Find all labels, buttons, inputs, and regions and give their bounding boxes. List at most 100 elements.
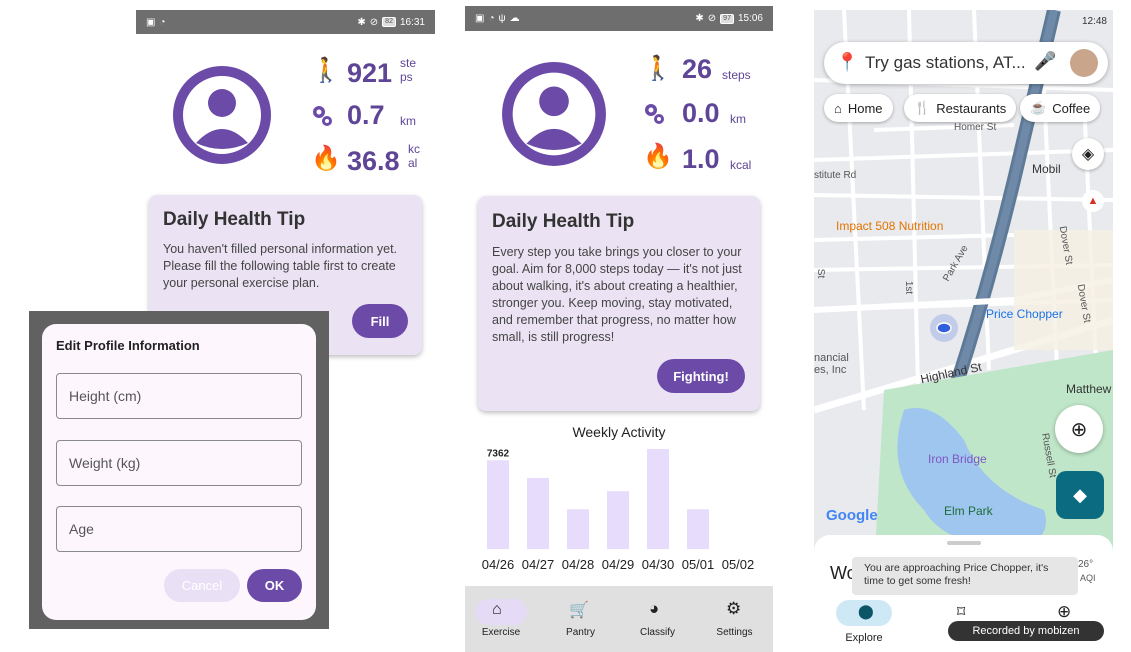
chip-restaurants[interactable]: 🍴 Restaurants: [904, 94, 1017, 122]
location-pin-icon: [313, 106, 332, 126]
nav-exercise[interactable]: ⌂ Exercise: [465, 586, 542, 652]
bar-04-27: [527, 477, 549, 549]
my-location-button[interactable]: ⊕: [1055, 405, 1103, 453]
steps-value: 921: [347, 58, 393, 88]
mic-icon[interactable]: 🎤: [1034, 51, 1056, 72]
nav-classify[interactable]: ◕ Classify: [619, 586, 696, 652]
compass-button[interactable]: ▲: [1082, 190, 1104, 212]
nav-settings[interactable]: ⚙ Settings: [696, 586, 773, 652]
map-label-mobil: Mobil: [1032, 162, 1061, 176]
cancel-button[interactable]: Cancel: [164, 569, 240, 602]
x-tick-label: 04/26: [482, 557, 515, 572]
flame-icon: 🔥: [311, 145, 341, 172]
wifi-icon: ◔: [488, 13, 495, 24]
avatar-icon: [502, 62, 606, 166]
x-tick-label: 04/29: [602, 557, 635, 572]
maps-pin-icon: 📍: [836, 52, 859, 72]
chip-home[interactable]: ⌂ Home: [824, 94, 893, 122]
calories-stat: 🔥 36.8 kc al: [311, 142, 431, 178]
panel-exercise-empty: ▣ ◔ ✱ ⊘ 82 16:31 🚶 921 ste ps 0.7 km 🔥 36.8 …: [136, 10, 435, 355]
walk-icon: 🚶: [643, 55, 673, 82]
map-status-bar: 12:48: [814, 10, 1113, 32]
bookmark-icon[interactable]: ⌑: [957, 602, 965, 622]
chip-coffee[interactable]: ☕ Coffee: [1020, 94, 1101, 122]
tip-body: You haven't filled personal information …: [163, 242, 398, 290]
x-tick-label: 05/01: [682, 557, 715, 572]
recorded-badge: Recorded by mobizen: [948, 621, 1104, 641]
calories-unit: kcal: [730, 158, 752, 172]
nav-explore[interactable]: ⬤ Explore: [836, 600, 892, 647]
map-label-institute: stitute Rd: [814, 170, 857, 181]
mute-icon: ⊘: [369, 16, 379, 28]
avatar-icon: [173, 66, 271, 164]
bluetooth-icon: ✱: [357, 16, 366, 28]
map-label-homer: Homer St: [954, 122, 997, 133]
battery-icon: 97: [720, 13, 734, 24]
panel-maps: 12:48 📍 Try gas stations, AT... 🎤 ⌂ Home …: [814, 10, 1113, 647]
fork-knife-icon: 🍴: [914, 100, 931, 115]
directions-button[interactable]: ◆: [1056, 471, 1104, 519]
home-icon: ⌂: [834, 100, 842, 116]
mute-icon: ⊘: [707, 13, 717, 24]
nav-label: Pantry: [566, 627, 595, 638]
layers-button[interactable]: ◈: [1072, 138, 1104, 170]
contribute-icon[interactable]: ⊕: [1057, 602, 1071, 622]
distance-value: 0.0: [682, 98, 720, 128]
map-label-iron-bridge[interactable]: Iron Bridge: [928, 452, 987, 466]
bar-05-01: [687, 509, 709, 549]
fill-button[interactable]: Fill: [352, 304, 408, 338]
dialog-title: Edit Profile Information: [56, 338, 200, 353]
search-bar[interactable]: 📍 Try gas stations, AT... 🎤: [824, 42, 1108, 84]
map-label-matthew: Matthew: [1066, 382, 1112, 396]
x-tick-label: 04/27: [522, 557, 555, 572]
avatar[interactable]: [1070, 49, 1098, 77]
x-tick-label: 04/28: [562, 557, 595, 572]
fighting-button[interactable]: Fighting!: [657, 359, 745, 393]
coffee-icon: ☕: [1030, 100, 1047, 115]
weather-aqi: AQI: [1080, 573, 1096, 583]
nav-label: Classify: [639, 627, 675, 638]
search-input[interactable]: Try gas stations, AT...: [865, 53, 1026, 73]
distance-value: 0.7: [347, 100, 385, 130]
clock: 12:48: [1081, 15, 1107, 27]
calories-stat: 🔥 1.0 kcal: [643, 140, 768, 176]
sheet-handle[interactable]: [947, 541, 981, 545]
chip-label: Coffee: [1052, 100, 1091, 116]
calories-value: 36.8: [347, 146, 400, 176]
bar-04-28: [567, 509, 589, 549]
map-label-st-mid: 1st: [903, 280, 915, 295]
steps-stat: 🚶 921 ste ps: [311, 54, 431, 90]
weight-field[interactable]: Weight (kg): [56, 440, 302, 486]
map-label-st-left: St: [815, 268, 827, 279]
nav-pantry[interactable]: 🛒 Pantry: [542, 586, 619, 652]
crosshair-icon: ⊕: [1070, 418, 1088, 441]
x-tick-label: 04/30: [642, 557, 675, 572]
directions-icon: ◆: [1073, 484, 1087, 505]
sim-icon: ▣: [146, 16, 156, 28]
height-field[interactable]: Height (cm): [56, 373, 302, 419]
panel-exercise-filled: ▣ ◔ ψ ☁ ✱ ⊘ 97 15:06 🚶 26 steps 0.0 km 🔥 1.0 k…: [465, 6, 773, 652]
health-tip-card: Daily Health Tip Every step you take bri…: [478, 196, 760, 411]
nav-label: Explore: [845, 632, 883, 644]
clock: 15:06: [737, 13, 763, 24]
age-field[interactable]: Age: [56, 506, 302, 552]
calories-unit: kc al: [408, 142, 420, 170]
walk-icon: 🚶: [311, 57, 341, 84]
cart-icon: 🛒: [569, 602, 589, 619]
distance-stat: 0.0 km: [643, 96, 768, 132]
ok-button[interactable]: OK: [247, 569, 302, 602]
toast-message: You are approaching Price Chopper, it's …: [852, 557, 1078, 595]
bar-04-26: [487, 460, 509, 549]
chip-label: Home: [847, 100, 883, 116]
clock: 16:31: [399, 16, 425, 28]
sim-icon: ▣: [475, 13, 485, 24]
layers-icon: ◈: [1081, 146, 1095, 163]
bottom-nav: ⌂ Exercise 🛒 Pantry ◕ Classify ⚙ Setting…: [465, 586, 773, 652]
distance-unit: km: [400, 114, 416, 128]
distance-unit: km: [730, 112, 746, 126]
map-label-price-chopper[interactable]: Price Chopper: [986, 307, 1063, 321]
weather-temp: 26°: [1078, 559, 1094, 570]
flame-icon: 🔥: [643, 143, 673, 170]
steps-value: 26: [682, 54, 713, 84]
map-label-financial: nancial es, Inc: [814, 352, 849, 376]
